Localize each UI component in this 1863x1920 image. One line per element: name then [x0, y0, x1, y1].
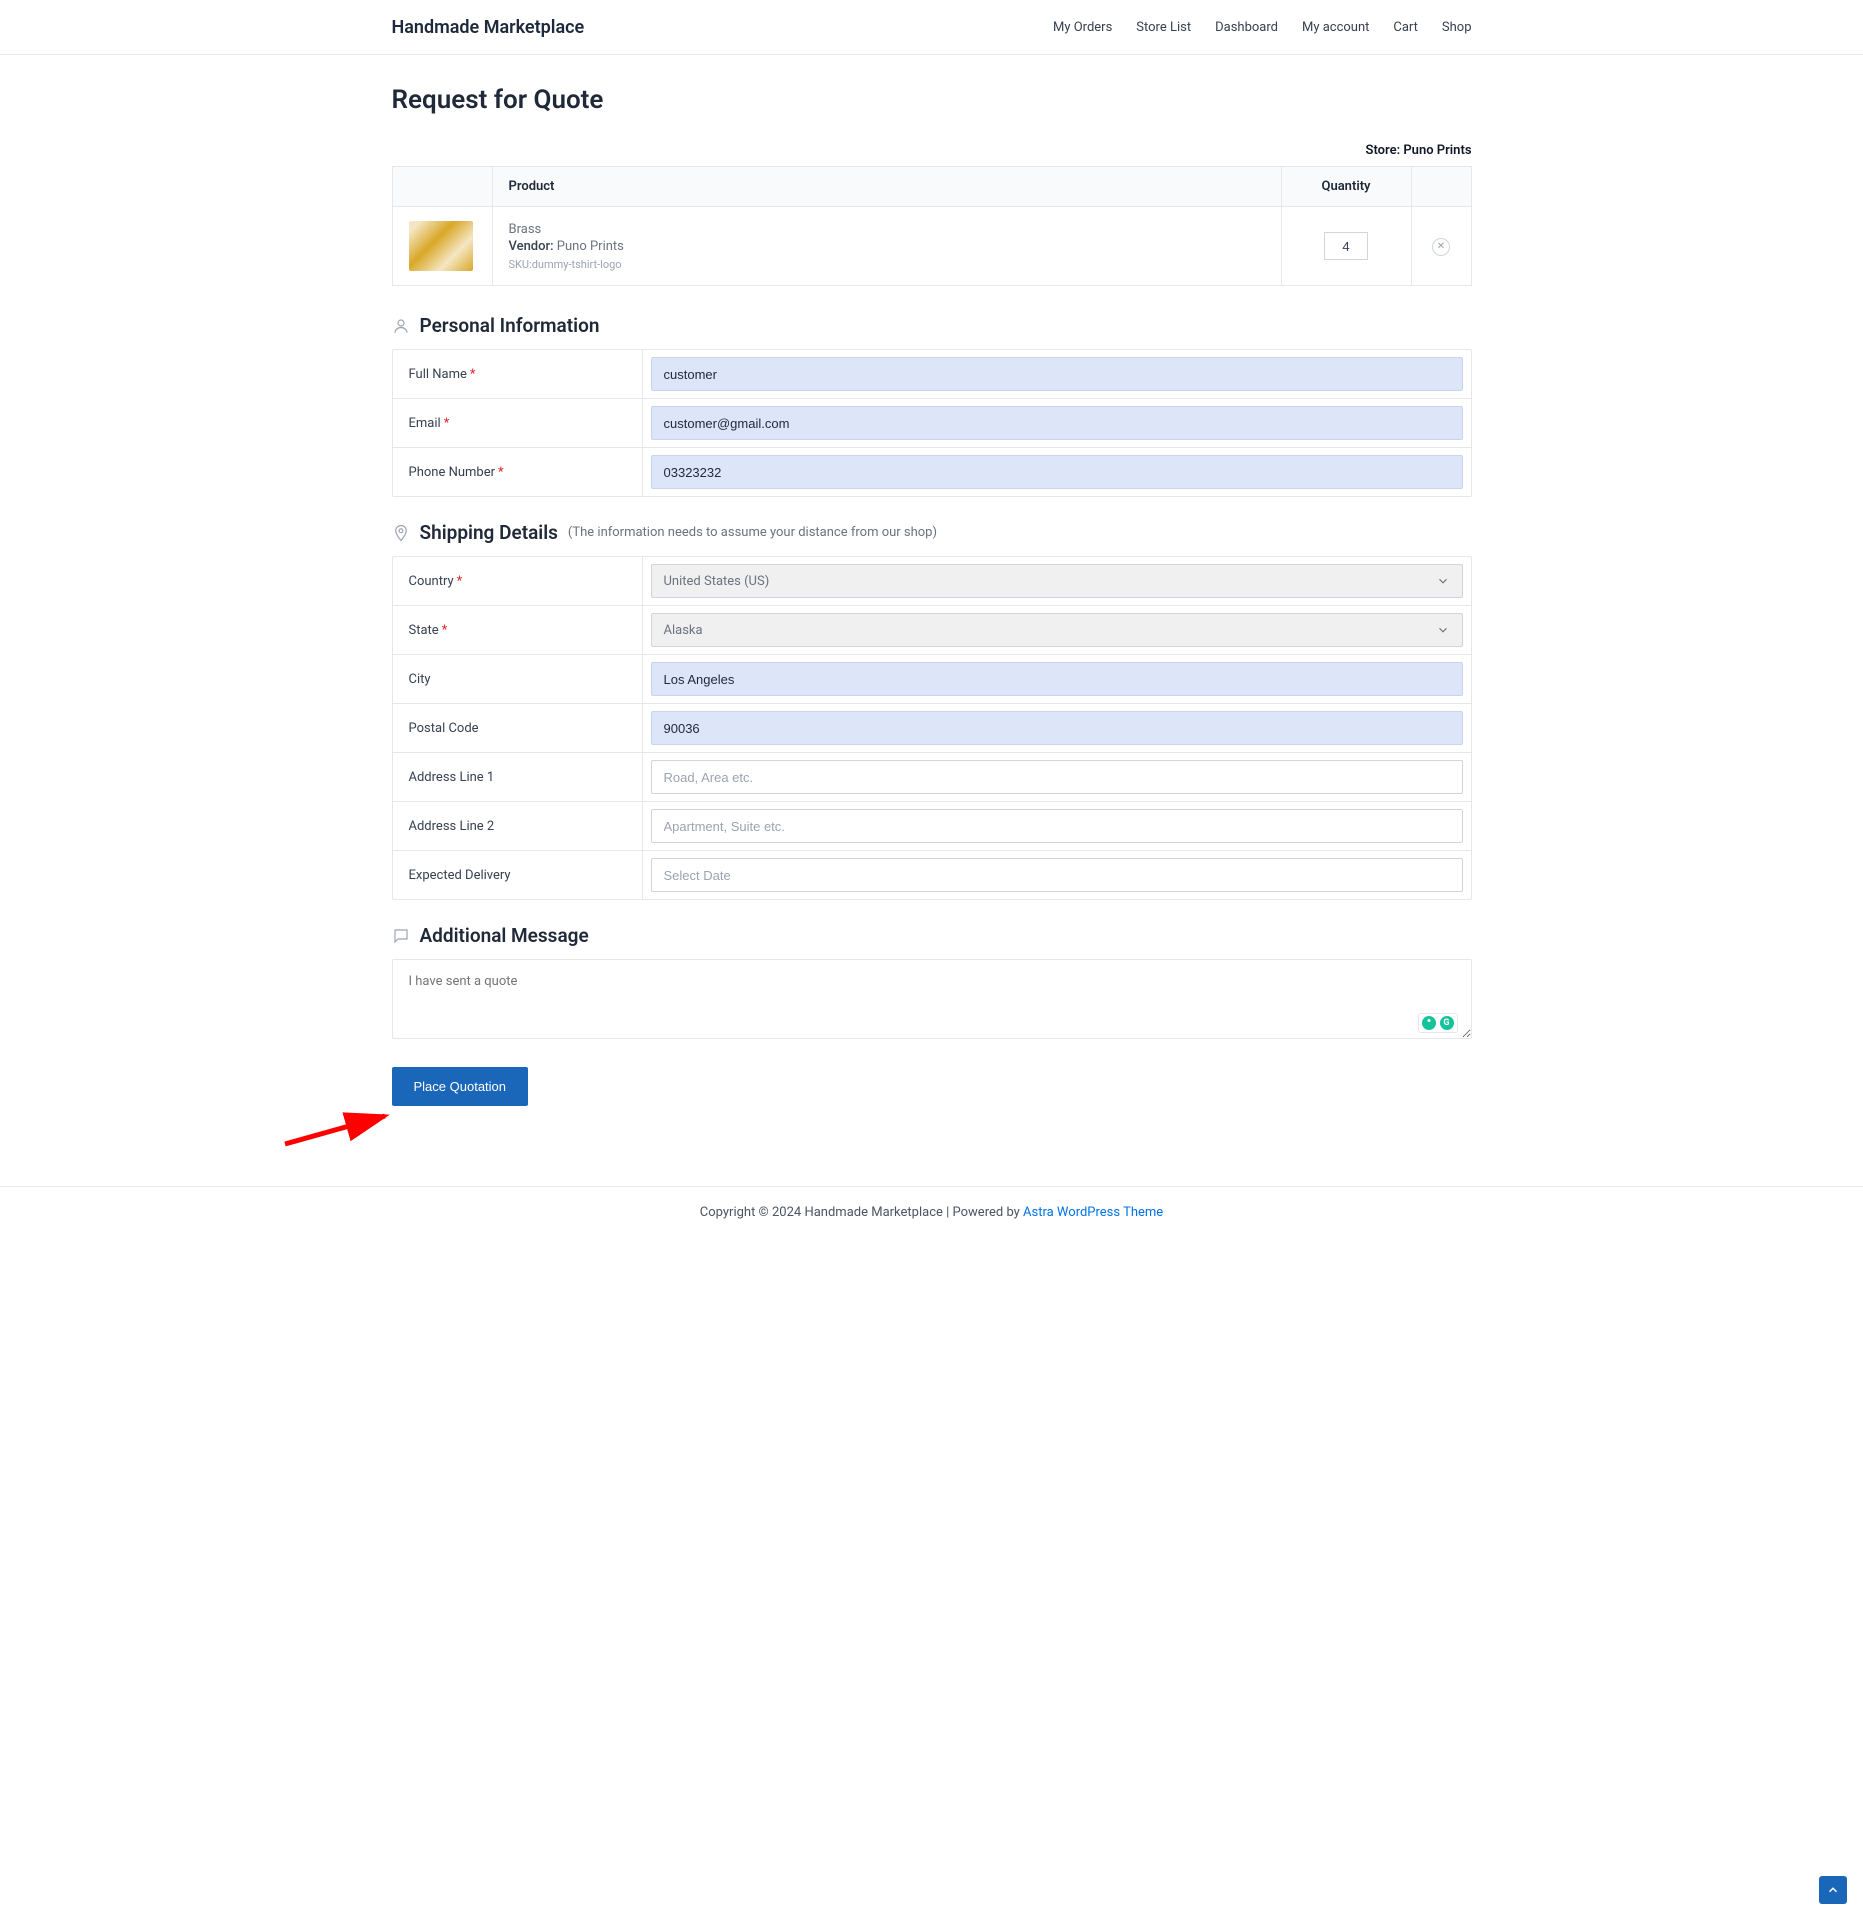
full-name-label: Full Name*	[393, 350, 643, 398]
city-input[interactable]	[651, 662, 1463, 696]
personal-form: Full Name* Email* Phone Number*	[392, 349, 1472, 497]
grammarly-g-icon: G	[1440, 1016, 1454, 1030]
vendor-label: Vendor:	[509, 239, 554, 254]
country-value: United States (US)	[664, 574, 770, 589]
annotation-arrow-icon	[280, 1104, 400, 1154]
site-footer: Copyright © 2024 Handmade Marketplace | …	[0, 1186, 1863, 1238]
section-shipping-header: Shipping Details (The information needs …	[392, 521, 1472, 544]
footer-theme-link[interactable]: Astra WordPress Theme	[1023, 1205, 1163, 1220]
vendor-name[interactable]: Puno Prints	[557, 239, 624, 254]
nav-shop[interactable]: Shop	[1442, 20, 1472, 35]
product-sku: SKU:dummy-tshirt-logo	[509, 258, 1265, 271]
full-name-input[interactable]	[651, 357, 1463, 391]
product-thumbnail	[409, 221, 473, 271]
grammarly-dot-icon	[1422, 1016, 1436, 1030]
table-row: Brass Vendor: Puno Prints SKU:dummy-tshi…	[392, 207, 1471, 286]
nav-cart[interactable]: Cart	[1393, 20, 1418, 35]
chevron-down-icon	[1436, 574, 1450, 588]
nav-dashboard[interactable]: Dashboard	[1215, 20, 1278, 35]
page-title: Request for Quote	[392, 85, 1472, 115]
remove-item-button[interactable]: ✕	[1432, 238, 1450, 256]
store-heading: Store: Puno Prints	[392, 143, 1472, 158]
addr2-label: Address Line 2	[393, 802, 643, 850]
product-name[interactable]: Brass	[509, 222, 1265, 237]
expected-delivery-input[interactable]	[651, 858, 1463, 892]
main-nav: My Orders Store List Dashboard My accoun…	[1053, 20, 1472, 35]
section-message-title: Additional Message	[420, 924, 589, 947]
location-pin-icon	[392, 524, 410, 542]
country-label: Country*	[393, 557, 643, 605]
section-shipping-title: Shipping Details	[420, 521, 558, 544]
addr2-input[interactable]	[651, 809, 1463, 843]
message-textarea[interactable]	[392, 959, 1472, 1039]
expected-delivery-label: Expected Delivery	[393, 851, 643, 899]
section-message-header: Additional Message	[392, 924, 1472, 947]
shipping-form: Country* United States (US) State* Alask…	[392, 556, 1472, 900]
city-label: City	[393, 655, 643, 703]
quantity-input[interactable]	[1324, 232, 1368, 260]
shipping-hint: (The information needs to assume your di…	[568, 525, 937, 540]
product-table: Product Quantity Brass Vendor: Puno Prin…	[392, 166, 1472, 286]
col-quantity: Quantity	[1281, 167, 1411, 207]
email-label: Email*	[393, 399, 643, 447]
nav-store-list[interactable]: Store List	[1136, 20, 1191, 35]
phone-input[interactable]	[651, 455, 1463, 489]
state-value: Alaska	[664, 623, 703, 638]
postal-input[interactable]	[651, 711, 1463, 745]
addr1-label: Address Line 1	[393, 753, 643, 801]
message-icon	[392, 927, 410, 945]
brand-title[interactable]: Handmade Marketplace	[392, 17, 585, 38]
addr1-input[interactable]	[651, 760, 1463, 794]
country-select[interactable]: United States (US)	[651, 564, 1463, 598]
state-select[interactable]: Alaska	[651, 613, 1463, 647]
state-label: State*	[393, 606, 643, 654]
nav-my-account[interactable]: My account	[1302, 20, 1369, 35]
store-label: Store:	[1366, 143, 1404, 158]
user-icon	[392, 317, 410, 335]
phone-label: Phone Number*	[393, 448, 643, 496]
main-content: Request for Quote Store: Puno Prints Pro…	[392, 55, 1472, 1146]
site-header: Handmade Marketplace My Orders Store Lis…	[0, 0, 1863, 55]
section-personal-title: Personal Information	[420, 314, 600, 337]
chevron-down-icon	[1436, 623, 1450, 637]
email-input[interactable]	[651, 406, 1463, 440]
postal-label: Postal Code	[393, 704, 643, 752]
section-personal-header: Personal Information	[392, 314, 1472, 337]
scroll-to-top-button[interactable]	[1819, 1876, 1847, 1904]
grammarly-widget[interactable]: G	[1418, 1013, 1458, 1033]
footer-text: Copyright © 2024 Handmade Marketplace | …	[700, 1205, 1023, 1220]
store-name: Puno Prints	[1403, 143, 1471, 158]
chevron-up-icon	[1826, 1883, 1840, 1897]
col-product: Product	[492, 167, 1281, 207]
nav-my-orders[interactable]: My Orders	[1053, 20, 1112, 35]
place-quotation-button[interactable]: Place Quotation	[392, 1067, 529, 1106]
